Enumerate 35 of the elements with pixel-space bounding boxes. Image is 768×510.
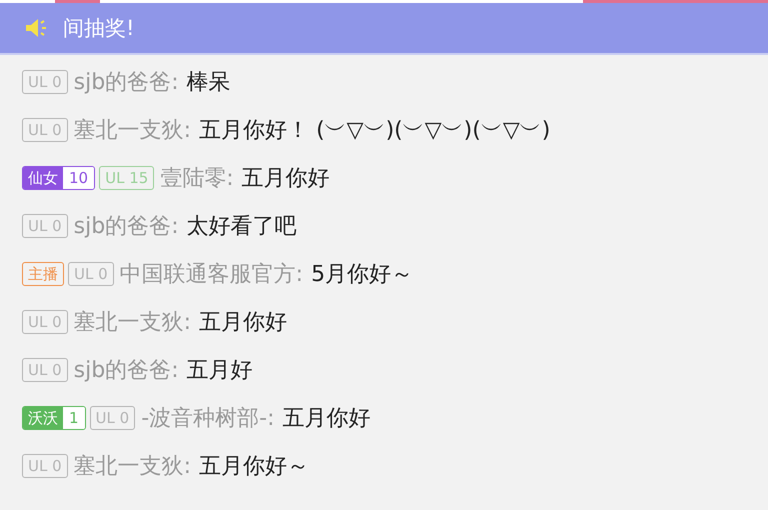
- user-level-badge: UL 0: [22, 70, 68, 94]
- user-level-badge: UL 15: [99, 166, 154, 190]
- chat-message: 5月你好～: [311, 261, 414, 289]
- user-level-badge: UL 0: [22, 214, 68, 238]
- chat-message: 五月你好: [242, 165, 330, 193]
- username: -波音种树部-:: [141, 405, 274, 433]
- username: 塞北一支狄:: [74, 117, 192, 145]
- user-level-badge: UL 0: [22, 454, 68, 478]
- user-level-badge: UL 0: [22, 310, 68, 334]
- chat-message: 太好看了吧: [186, 213, 297, 241]
- chat-message: 五月你好: [199, 309, 288, 337]
- chat-message: 五月好: [186, 357, 253, 385]
- user-level-badge: UL 0: [68, 262, 114, 286]
- username: 塞北一支狄:: [74, 453, 192, 481]
- speaker-icon: [25, 18, 49, 38]
- username: sjb的爸爸:: [74, 213, 179, 241]
- anchor-badge: 主播: [22, 262, 64, 286]
- medal-name: 仙女: [23, 167, 63, 189]
- medal-level: 10: [63, 167, 94, 189]
- username: 中国联通客服官方:: [120, 261, 304, 289]
- username: sjb的爸爸:: [74, 357, 179, 385]
- user-level-badge: UL 0: [90, 406, 136, 430]
- chat-message: 五月你好～: [199, 453, 310, 481]
- user-level-badge: UL 0: [22, 118, 68, 142]
- medal-level: 1: [63, 407, 85, 429]
- top-bar-segment: [55, 0, 100, 3]
- username: sjb的爸爸:: [74, 69, 179, 97]
- username: 壹陆零:: [160, 165, 234, 193]
- chat-message: 五月你好: [282, 405, 370, 433]
- chat-message: 五月你好！ (︶▽︶)(︶▽︶)(︶▽︶): [199, 117, 550, 145]
- username: 塞北一支狄:: [74, 309, 192, 337]
- banner-text: 间抽奖!: [63, 15, 134, 42]
- user-level-badge: UL 0: [22, 358, 68, 382]
- chat-message: 棒呆: [186, 69, 231, 97]
- medal-name: 沃沃: [23, 407, 63, 429]
